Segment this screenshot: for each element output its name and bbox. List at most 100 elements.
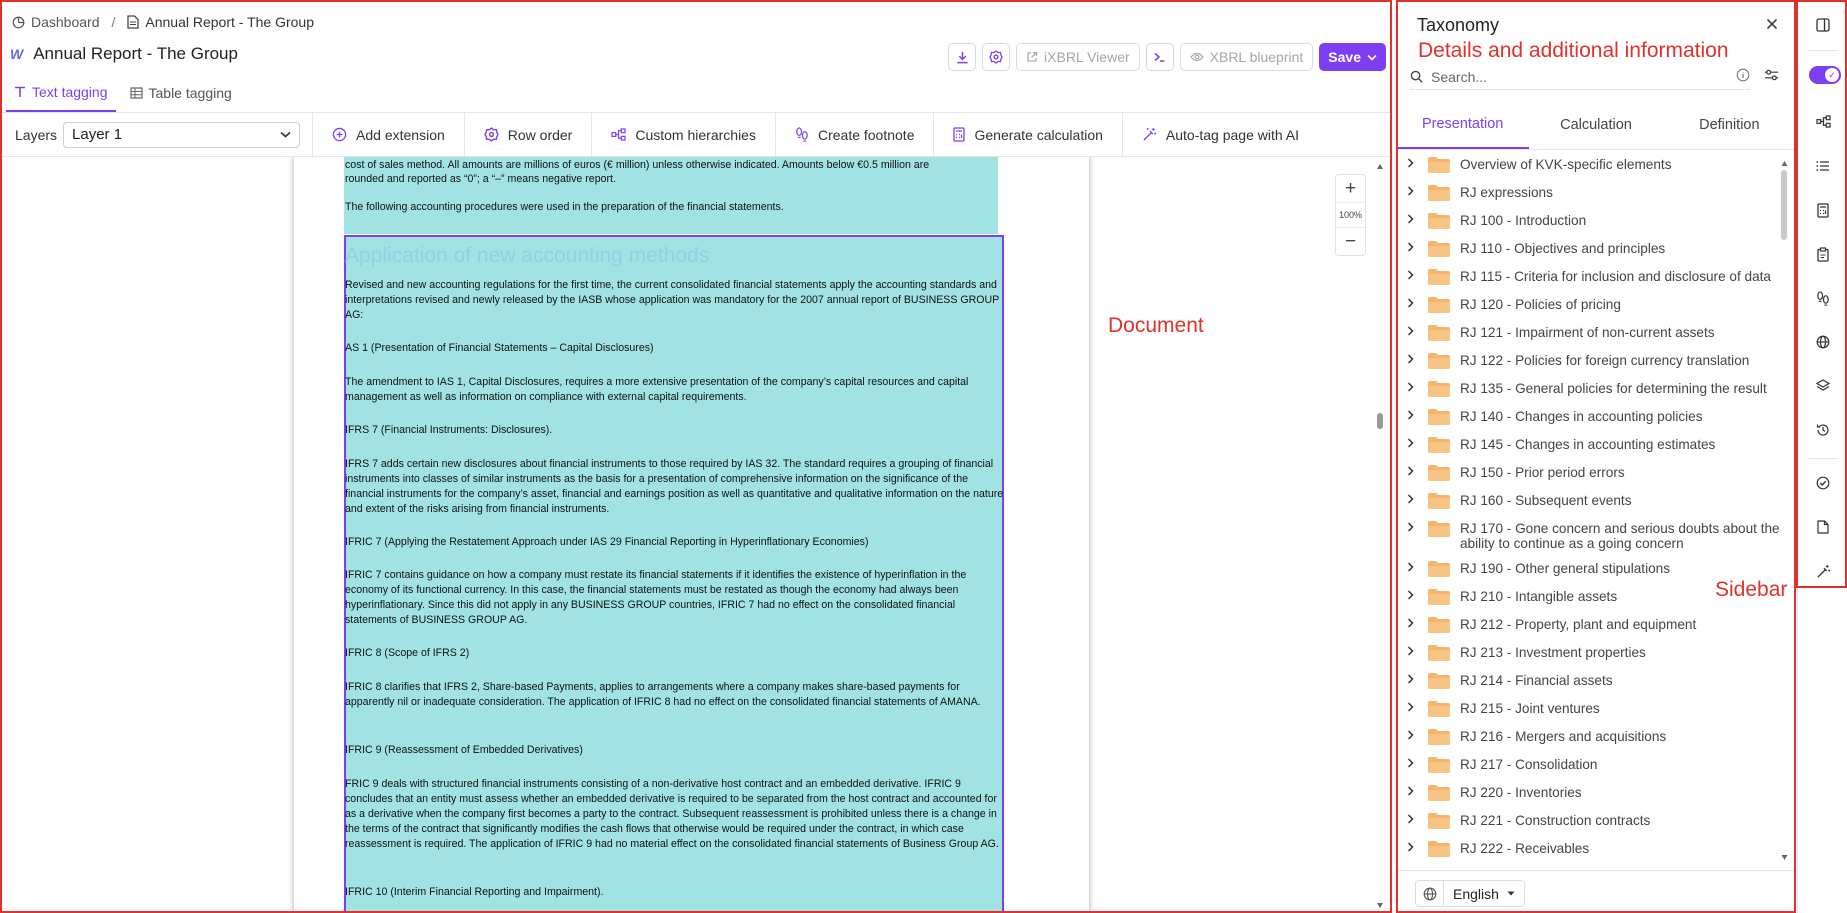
chevron-right-icon[interactable]	[1407, 640, 1421, 659]
close-button[interactable]	[1766, 14, 1778, 35]
taxonomy-tree-item[interactable]: RJ 150 - Prior period errors	[1396, 460, 1789, 488]
taxonomy-tree-item-label: RJ 216 - Mergers and acquisitions	[1459, 729, 1667, 744]
chevron-right-icon[interactable]	[1407, 208, 1421, 227]
chevron-right-icon[interactable]	[1407, 516, 1421, 535]
filter-sliders-icon[interactable]	[1764, 68, 1779, 82]
breadcrumb-dashboard[interactable]: Dashboard	[12, 14, 100, 30]
language-select[interactable]: English	[1415, 880, 1525, 907]
taxonomy-tree-item[interactable]: RJ 216 - Mergers and acquisitions	[1396, 724, 1789, 752]
calculator-button[interactable]	[1810, 197, 1836, 223]
ixbrl-viewer-button[interactable]: iXBRL Viewer	[1016, 43, 1140, 71]
chevron-right-icon[interactable]	[1407, 724, 1421, 743]
footnotes-button[interactable]	[1810, 285, 1836, 311]
tab-calculation[interactable]: Calculation	[1529, 100, 1662, 149]
taxonomy-scrollbar[interactable]	[1781, 158, 1788, 862]
tab-text-tagging[interactable]: Text tagging	[6, 80, 116, 112]
document-scrollbar[interactable]	[1376, 161, 1384, 911]
taxonomy-tree-item[interactable]: RJ 115 - Criteria for inclusion and disc…	[1396, 264, 1789, 292]
chevron-right-icon[interactable]	[1407, 460, 1421, 479]
tab-table-tagging[interactable]: Table tagging	[122, 80, 240, 112]
custom-hierarchies-button[interactable]: Custom hierarchies	[591, 112, 775, 157]
document-button[interactable]	[1810, 514, 1836, 540]
chevron-right-icon[interactable]	[1407, 556, 1421, 575]
taxonomy-tree-item[interactable]: RJ 212 - Property, plant and equipment	[1396, 612, 1789, 640]
save-button[interactable]: Save	[1319, 43, 1386, 71]
chevron-right-icon[interactable]	[1407, 152, 1421, 171]
chevron-right-icon[interactable]	[1407, 696, 1421, 715]
taxonomy-tree-item[interactable]: Overview of KVK-specific elements	[1396, 152, 1789, 180]
history-button[interactable]	[1810, 417, 1836, 443]
row-order-button[interactable]: Row order	[463, 112, 592, 157]
doc-paragraph: IFRIC 7 (Applying the Restatement Approa…	[345, 536, 869, 548]
taxonomy-tree-item-label: RJ 150 - Prior period errors	[1459, 465, 1625, 480]
chevron-right-icon[interactable]	[1407, 236, 1421, 255]
taxonomy-tree-item[interactable]: RJ 121 - Impairment of non-current asset…	[1396, 320, 1789, 348]
badge-settings-button[interactable]	[982, 43, 1011, 71]
chevron-right-icon[interactable]	[1407, 836, 1421, 855]
taxonomy-tree-item[interactable]: RJ 140 - Changes in accounting policies	[1396, 404, 1789, 432]
toggle-panel-button[interactable]	[1810, 12, 1836, 38]
chevron-right-icon[interactable]	[1407, 320, 1421, 339]
info-icon[interactable]	[1736, 68, 1750, 82]
create-footnote-button[interactable]: Create footnote	[774, 112, 934, 157]
layers-button[interactable]	[1810, 373, 1836, 399]
clipboard-button[interactable]	[1810, 241, 1836, 267]
taxonomy-tree-item[interactable]: RJ 221 - Construction contracts	[1396, 808, 1789, 836]
taxonomy-tree-item[interactable]: RJ 217 - Consolidation	[1396, 752, 1789, 780]
generate-calculation-button[interactable]: Generate calculation	[933, 112, 1121, 157]
taxonomy-tree-item[interactable]: RJ 145 - Changes in accounting estimates	[1396, 432, 1789, 460]
download-button[interactable]	[948, 43, 977, 71]
annotation-sidebar: Sidebar	[1715, 578, 1788, 601]
taxonomy-tree-item[interactable]: RJ 160 - Subsequent events	[1396, 488, 1789, 516]
tab-definition[interactable]: Definition	[1663, 100, 1796, 149]
taxonomy-tree-item[interactable]: RJ 120 - Policies of pricing	[1396, 292, 1789, 320]
zoom-in-button[interactable]: +	[1345, 175, 1356, 202]
chevron-right-icon[interactable]	[1407, 584, 1421, 603]
chevron-right-icon[interactable]	[1407, 264, 1421, 283]
search-icon	[1410, 70, 1423, 83]
list-button[interactable]	[1810, 153, 1836, 179]
hierarchy-button[interactable]	[1810, 108, 1836, 134]
taxonomy-tree-item[interactable]: RJ 122 - Policies for foreign currency t…	[1396, 348, 1789, 376]
search-input[interactable]	[1431, 68, 1721, 85]
taxonomy-tree-item[interactable]: RJ 100 - Introduction	[1396, 208, 1789, 236]
check-circle-icon	[1816, 476, 1830, 490]
taxonomy-scrollbar-thumb[interactable]	[1781, 170, 1787, 240]
chevron-right-icon[interactable]	[1407, 488, 1421, 507]
chevron-right-icon[interactable]	[1407, 404, 1421, 423]
chevron-right-icon[interactable]	[1407, 668, 1421, 687]
chevron-right-icon[interactable]	[1407, 348, 1421, 367]
chevron-right-icon[interactable]	[1407, 808, 1421, 827]
chevron-right-icon[interactable]	[1407, 376, 1421, 395]
taxonomy-tree-item[interactable]: RJ expressions	[1396, 180, 1789, 208]
chevron-right-icon[interactable]	[1407, 612, 1421, 631]
chevron-right-icon[interactable]	[1407, 180, 1421, 199]
layers-select[interactable]: Layer 1	[63, 121, 301, 148]
validate-button[interactable]	[1810, 470, 1836, 496]
chevron-right-icon[interactable]	[1407, 292, 1421, 311]
taxonomy-tree-item[interactable]: RJ 135 - General policies for determinin…	[1396, 376, 1789, 404]
doc-paragraph: IFRIC 8 (Scope of IFRS 2)	[345, 647, 470, 659]
taxonomy-tree-item[interactable]: RJ 213 - Investment properties	[1396, 640, 1789, 668]
taxonomy-tree-item[interactable]: RJ 110 - Objectives and principles	[1396, 236, 1789, 264]
taxonomy-tree-item[interactable]: RJ 214 - Financial assets	[1396, 668, 1789, 696]
taxonomy-tree-item[interactable]: RJ 222 - Receivables	[1396, 836, 1789, 864]
auto-tag-ai-button[interactable]: Auto-tag page with AI	[1121, 112, 1318, 157]
tab-presentation[interactable]: Presentation	[1396, 100, 1530, 149]
language-button[interactable]	[1810, 329, 1836, 355]
xbrl-blueprint-button[interactable]: XBRL blueprint	[1179, 43, 1314, 71]
highlight-toggle[interactable]: ✓	[1809, 66, 1841, 84]
taxonomy-tree-item[interactable]: RJ 220 - Inventories	[1396, 780, 1789, 808]
chevron-right-icon[interactable]	[1407, 752, 1421, 771]
auto-tag-button[interactable]	[1810, 558, 1836, 584]
zoom-out-button[interactable]: −	[1345, 228, 1356, 255]
add-extension-button[interactable]: Add extension	[312, 112, 464, 157]
taxonomy-tree-item[interactable]: RJ 215 - Joint ventures	[1396, 696, 1789, 724]
hierarchy-icon	[1815, 114, 1831, 128]
console-button[interactable]	[1145, 43, 1174, 71]
document-viewer[interactable]: cost of sales method. All amounts are mi…	[0, 157, 1392, 913]
taxonomy-tree-item-label: Overview of KVK-specific elements	[1459, 157, 1672, 172]
chevron-right-icon[interactable]	[1407, 432, 1421, 451]
taxonomy-tree-item[interactable]: RJ 170 - Gone concern and serious doubts…	[1396, 516, 1789, 556]
chevron-right-icon[interactable]	[1407, 780, 1421, 799]
